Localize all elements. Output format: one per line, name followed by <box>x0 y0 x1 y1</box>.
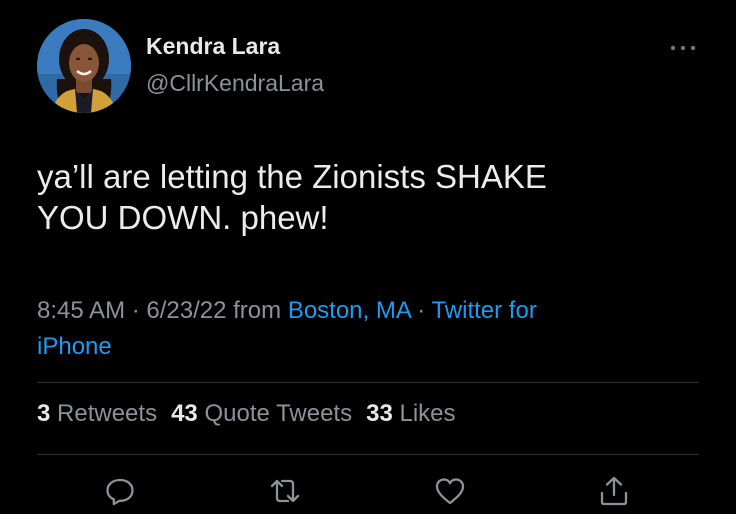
source-link[interactable]: Twitter for <box>431 297 536 324</box>
retweets-stat[interactable]: 3 Retweets <box>37 400 157 427</box>
quote-tweets-count: 43 <box>171 400 198 427</box>
like-button[interactable] <box>433 474 467 508</box>
share-button[interactable] <box>597 474 631 508</box>
quote-tweets-stat[interactable]: 43 Quote Tweets <box>171 400 352 427</box>
location-link[interactable]: Boston, MA <box>288 297 411 324</box>
retweet-icon <box>270 479 300 503</box>
likes-label: Likes <box>399 400 456 427</box>
more-options-icon[interactable] <box>666 38 700 58</box>
source-link-continued[interactable]: iPhone <box>37 333 112 360</box>
quote-tweets-label: Quote Tweets <box>204 400 353 427</box>
meta-separator: · <box>410 297 432 324</box>
likes-count: 33 <box>366 400 393 427</box>
tweet-time[interactable]: 8:45 AM <box>37 297 125 324</box>
tweet-text: ya’ll are letting the Zionists SHAKE YOU… <box>37 156 677 238</box>
retweets-count: 3 <box>37 400 51 427</box>
avatar[interactable] <box>37 19 131 113</box>
tweet-stats: 3 Retweets 43 Quote Tweets 33 Likes <box>37 400 456 428</box>
tweet-text-line: ya’ll are letting the Zionists SHAKE <box>37 158 547 195</box>
reply-button[interactable] <box>103 474 137 508</box>
from-label: from <box>226 297 288 324</box>
retweet-button[interactable] <box>268 474 302 508</box>
tweet-text-line: YOU DOWN. phew! <box>37 199 329 236</box>
tweet-date[interactable]: 6/23/22 <box>146 297 226 324</box>
likes-stat[interactable]: 33 Likes <box>366 400 455 427</box>
meta-separator: · <box>125 297 147 324</box>
author-handle[interactable]: @CllrKendraLara <box>146 70 324 97</box>
reply-icon <box>106 478 134 506</box>
divider <box>37 382 699 383</box>
retweets-label: Retweets <box>57 400 158 427</box>
avatar-image <box>37 19 131 113</box>
divider <box>37 454 699 455</box>
like-icon <box>435 478 465 505</box>
tweet-meta: 8:45 AM · 6/23/22 from Boston, MA · Twit… <box>37 293 677 365</box>
share-icon <box>600 476 628 506</box>
author-name[interactable]: Kendra Lara <box>146 33 280 60</box>
